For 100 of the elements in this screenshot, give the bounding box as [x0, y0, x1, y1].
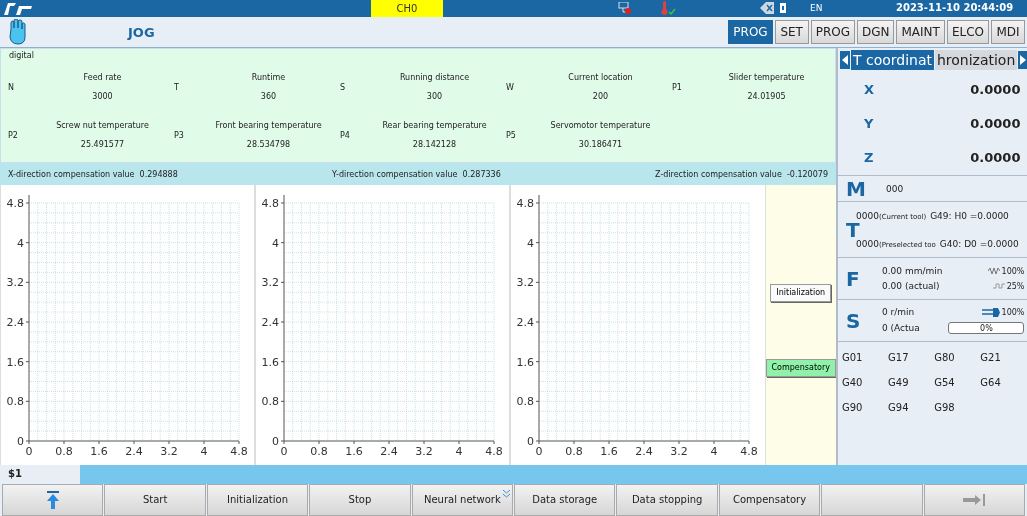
spindle-value: 0 r/min [882, 307, 915, 317]
panel-title: digital [9, 51, 34, 60]
parameter-value: 360 [260, 92, 277, 101]
axis-tick-label: 1.6 [90, 445, 108, 458]
softkey-button[interactable]: Data stopping [616, 484, 718, 516]
g-code: G21 [980, 352, 1002, 363]
axis-tick-label: 1.6 [600, 445, 619, 458]
parameter-code: P4 [339, 130, 351, 140]
parameter-label: Feed rate [83, 73, 122, 82]
previous-arrow-button[interactable] [840, 51, 850, 69]
channel-label: $1 [7, 467, 23, 481]
spindle-load-bar: 0% [948, 322, 1025, 334]
m-code-letter: M [845, 176, 867, 201]
axis-tick-label: 4 [527, 236, 535, 250]
axis-tick-label: 1.6 [345, 445, 363, 458]
action-button[interactable]: Compensatory [765, 358, 836, 377]
coordinate-tab[interactable]: T coordinat [851, 50, 934, 70]
axis-tick-label: 3.2 [160, 445, 178, 458]
feed-value: 0.00 (actual) [882, 281, 940, 291]
g-code: G90 [842, 402, 864, 413]
g-code: G94 [888, 402, 910, 413]
axis-tick-label: 2.4 [635, 445, 654, 458]
softkey-button[interactable]: Start [104, 484, 206, 516]
up-arrow-icon [45, 491, 60, 509]
axis-tick-label: 4.8 [740, 445, 759, 458]
scroll-up-button[interactable] [2, 484, 104, 516]
axis-tick-label: 4 [272, 236, 280, 250]
parameter-code: P3 [173, 130, 185, 140]
axis-tick-label: 4.8 [6, 197, 24, 210]
axis-tick-label: 0.8 [6, 395, 24, 409]
menu-tab[interactable]: ELCO [946, 20, 989, 44]
left-triangle-icon [842, 55, 848, 65]
menu-tab[interactable]: MDI [991, 20, 1025, 44]
parameter-label: Front bearing temperature [215, 121, 322, 130]
axis-value: 0.0000 [970, 116, 1021, 131]
coordinate-tab[interactable]: hronization [934, 50, 1018, 70]
override-value: 100% [1001, 266, 1025, 276]
parameter-label: Rear bearing temperature [382, 121, 487, 130]
g-code: G49 [888, 377, 910, 388]
axis-tick-label: 0.8 [261, 395, 280, 409]
parameter-value: 3000 [92, 92, 113, 101]
g-code: G80 [934, 352, 956, 363]
axis-tick-label: 4 [17, 236, 24, 250]
axis-tick-label: 3.2 [415, 445, 433, 458]
parameter-label: Servomotor temperature [550, 121, 651, 130]
arrow-to-bar-icon [963, 494, 986, 506]
next-arrow-button[interactable] [1018, 51, 1027, 69]
parameter-code: P1 [671, 82, 683, 92]
override-value: 25% [1006, 281, 1025, 291]
parameter-code: P2 [7, 130, 19, 140]
softkey-button[interactable]: Data storage [514, 484, 616, 516]
g-code: G64 [980, 377, 1002, 388]
menu-tab[interactable]: DGN [856, 20, 895, 44]
g-code: G54 [934, 377, 956, 388]
softkey-button[interactable]: Compensatory [718, 484, 821, 516]
softkey-button[interactable]: Neural network [411, 484, 514, 516]
close-icon[interactable] [760, 2, 774, 14]
g-code: G98 [934, 402, 956, 413]
channel-indicator: CH0 [371, 0, 443, 17]
action-button[interactable]: Initialization [770, 283, 832, 302]
s-code-letter: S [845, 308, 862, 333]
menu-tab[interactable]: PROG [810, 20, 855, 44]
parameter-value: 24.01905 [747, 92, 786, 101]
language-indicator[interactable]: EN [810, 3, 823, 13]
network-error-icon [618, 2, 632, 14]
softkey-button[interactable]: Stop [309, 484, 411, 516]
compensation-value: Z-direction compensation value -0.120079 [655, 169, 828, 179]
parameter-code: N [7, 82, 15, 92]
parameter-value: 28.534798 [246, 140, 291, 149]
next-page-button[interactable] [923, 484, 1026, 516]
axis-label: Z [864, 150, 874, 166]
axis-tick-label: 3.2 [6, 276, 24, 290]
axis-tick-label: 4.8 [485, 445, 503, 458]
softkey-button[interactable]: Initialization [206, 484, 309, 516]
m-code-value: 000 [886, 183, 904, 194]
parameter-value: 200 [592, 92, 609, 101]
menu-tab[interactable]: SET [774, 20, 809, 44]
parameter-label: Running distance [399, 73, 470, 82]
axis-tick-label: 4 [710, 445, 718, 458]
axis-tick-label: 2.4 [125, 445, 143, 458]
thermometer-check-icon [660, 1, 676, 16]
axis-tick-label: 3.2 [261, 276, 280, 290]
parameter-label: Slider temperature [728, 73, 805, 82]
axis-label: X [864, 81, 875, 97]
g-code: G17 [888, 352, 910, 363]
parameter-code: P5 [505, 130, 517, 140]
menu-tab[interactable]: MAINT [896, 20, 945, 44]
axis-tick-label: 0.8 [55, 445, 73, 458]
spindle-icon [981, 307, 1000, 317]
tool-offset: G49: H0 =0.0000 [930, 210, 1009, 221]
axis-value: 0.0000 [970, 81, 1021, 97]
hand-icon [8, 19, 26, 45]
axis-tick-label: 0 [535, 445, 543, 458]
menu-tab[interactable]: PROG [728, 20, 773, 44]
parameter-label: Current location [568, 73, 633, 82]
axis-tick-label: 4 [200, 445, 208, 458]
axis-tick-label: 3.2 [516, 276, 535, 290]
axis-label: Y [864, 116, 874, 131]
axis-tick-label: 0.8 [516, 395, 535, 409]
axis-tick-label: 0.8 [565, 445, 584, 458]
